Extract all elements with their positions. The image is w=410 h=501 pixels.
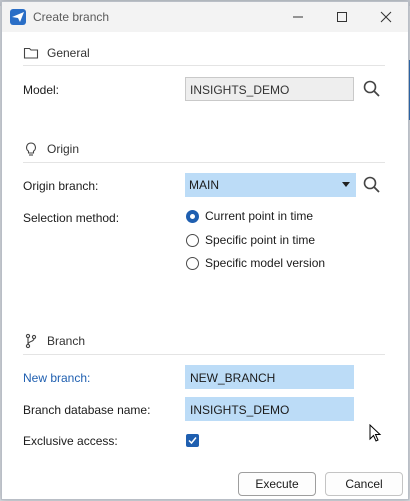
folder-icon <box>23 47 39 59</box>
maximize-button[interactable] <box>320 2 364 32</box>
radio-label: Current point in time <box>205 209 314 223</box>
create-branch-dialog: Create branch General Model: INSIGHTS_DE… <box>1 1 409 500</box>
search-icon <box>363 80 380 97</box>
cancel-button[interactable]: Cancel <box>325 472 403 496</box>
radio-button-selected[interactable] <box>186 210 199 223</box>
title-bar[interactable]: Create branch <box>2 2 408 32</box>
origin-heading: Origin <box>47 142 80 156</box>
origin-branch-label: Origin branch: <box>23 179 99 193</box>
branch-divider <box>23 354 385 355</box>
radio-specific-point[interactable]: Specific point in time <box>185 232 385 250</box>
branch-icon <box>25 333 37 349</box>
origin-branch-value: MAIN <box>189 178 219 192</box>
branch-heading: Branch <box>47 334 86 348</box>
close-button[interactable] <box>364 2 408 32</box>
execute-button[interactable]: Execute <box>238 472 316 496</box>
branch-db-name-label: Branch database name: <box>23 403 151 417</box>
maximize-icon <box>337 12 347 22</box>
exclusive-access-checkbox[interactable] <box>186 434 199 447</box>
general-section-header: General <box>23 44 385 62</box>
mouse-cursor-icon <box>369 424 382 442</box>
app-icon <box>10 9 26 25</box>
radio-button[interactable] <box>186 234 199 247</box>
model-field[interactable]: INSIGHTS_DEMO <box>185 77 354 101</box>
general-heading: General <box>47 46 90 60</box>
model-search-button[interactable] <box>362 79 382 99</box>
minimize-icon <box>293 16 303 18</box>
radio-current-point[interactable]: Current point in time <box>185 208 385 226</box>
origin-branch-search-button[interactable] <box>362 175 382 195</box>
selection-method-label: Selection method: <box>23 211 120 225</box>
radio-label: Specific point in time <box>205 233 316 247</box>
bulb-icon <box>26 142 36 156</box>
branch-section-header: Branch <box>23 332 385 350</box>
window-title: Create branch <box>33 10 110 24</box>
branch-db-name-input[interactable]: INSIGHTS_DEMO <box>185 397 354 421</box>
radio-specific-version[interactable]: Specific model version <box>185 255 385 273</box>
general-divider <box>23 65 385 66</box>
new-branch-label: New branch: <box>23 371 91 385</box>
checkmark-icon <box>188 437 197 445</box>
radio-label: Specific model version <box>205 256 326 270</box>
model-label: Model: <box>23 83 60 97</box>
close-icon <box>380 11 392 23</box>
origin-branch-select[interactable]: MAIN <box>185 173 356 197</box>
new-branch-input[interactable]: NEW_BRANCH <box>185 365 354 389</box>
origin-section-header: Origin <box>23 140 385 158</box>
minimize-button[interactable] <box>276 2 320 32</box>
chevron-down-icon <box>342 182 350 187</box>
radio-button[interactable] <box>186 257 199 270</box>
search-icon <box>363 176 380 193</box>
exclusive-access-label: Exclusive access: <box>23 434 118 448</box>
origin-divider <box>23 162 385 163</box>
